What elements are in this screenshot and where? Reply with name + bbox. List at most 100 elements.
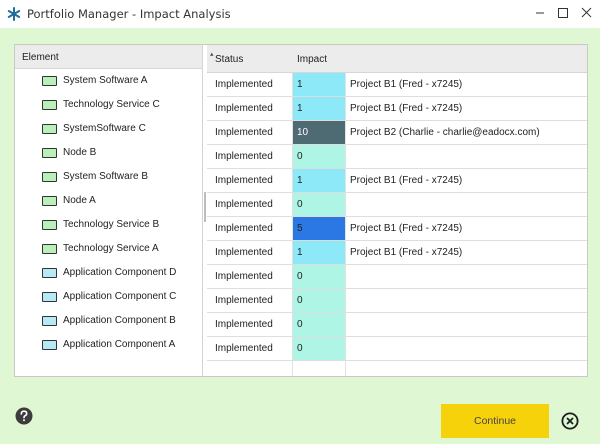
element-row[interactable]: Technology Service A [15,237,202,261]
grid-row[interactable]: Implemented 1 Project B1 (Fred - x7245) [207,97,587,121]
element-label: SystemSoftware C [63,123,146,134]
application-component-icon [42,340,57,350]
project-cell: Project B2 (Charlie - charlie@eadocx.com… [350,127,540,138]
grid-row[interactable]: Implemented 1 Project B1 (Fred - x7245) [207,73,587,97]
impact-cell: 0 [293,337,345,360]
impact-cell: 0 [293,289,345,312]
window-title: Portfolio Manager - Impact Analysis [27,7,231,21]
impact-column-header[interactable]: Impact [297,54,327,65]
element-row[interactable]: Node B [15,141,202,165]
grid-row[interactable]: Implemented 0 [207,193,587,217]
status-cell: Implemented [215,247,273,258]
element-column-header[interactable]: Element [15,45,202,69]
grid-row[interactable]: Implemented 0 [207,337,587,361]
grid-header: ▴ Status Impact [207,45,587,73]
impact-cell: 1 [293,97,345,120]
status-cell: Implemented [215,79,273,90]
element-label: Node B [63,147,97,158]
grid-row[interactable]: Implemented 0 [207,265,587,289]
close-window-button[interactable] [577,4,597,22]
impact-cell: 1 [293,169,345,192]
impact-cell: 0 [293,145,345,168]
element-row[interactable]: SystemSoftware C [15,117,202,141]
element-row[interactable]: Application Component C [15,285,202,309]
element-label: Application Component A [63,339,176,350]
status-cell: Implemented [215,343,273,354]
grid-row[interactable]: Implemented 1 Project B1 (Fred - x7245) [207,241,587,265]
status-cell: Implemented [215,319,273,330]
application-component-icon [42,316,57,326]
element-row[interactable]: Technology Service B [15,213,202,237]
pane-splitter[interactable] [204,192,206,222]
continue-button[interactable]: Continue [441,404,549,438]
technology-node-icon [42,124,57,134]
project-cell: Project B1 (Fred - x7245) [350,223,463,234]
grid-row[interactable]: Implemented 0 [207,145,587,169]
grid-row[interactable]: Implemented 0 [207,289,587,313]
impact-cell: 1 [293,73,345,96]
status-cell: Implemented [215,127,273,138]
grid-row[interactable]: Implemented 0 [207,313,587,337]
maximize-icon [558,8,568,18]
column-divider [345,73,346,376]
element-row[interactable]: Technology Service C [15,93,202,117]
minimize-button[interactable] [530,4,550,22]
cancel-button[interactable] [561,412,579,430]
title-bar: Portfolio Manager - Impact Analysis [0,0,600,28]
element-row[interactable]: Application Component D [15,261,202,285]
maximize-button[interactable] [553,4,573,22]
status-cell: Implemented [215,223,273,234]
impact-cell: 10 [293,121,345,144]
minimize-icon [536,12,544,14]
element-row[interactable]: Application Component A [15,333,202,357]
element-label: Technology Service B [63,219,160,230]
help-icon [15,407,33,425]
column-divider [292,73,293,376]
impact-cell: 0 [293,193,345,216]
technology-node-icon [42,220,57,230]
technology-node-icon [42,100,57,110]
app-snowflake-icon [7,7,21,21]
project-cell: Project B1 (Fred - x7245) [350,247,463,258]
element-label: Technology Service A [63,243,159,254]
technology-node-icon [42,76,57,86]
application-component-icon [42,268,57,278]
element-label: Application Component B [63,315,176,326]
status-column-header[interactable]: Status [215,54,243,65]
element-list: Element System Software A Technology Serv… [15,45,203,376]
element-label: Application Component D [63,267,177,278]
impact-cell: 0 [293,265,345,288]
sort-indicator-icon: ▴ [210,51,214,58]
technology-node-icon [42,244,57,254]
element-row[interactable]: Node A [15,189,202,213]
grid-row[interactable]: Implemented 10 Project B2 (Charlie - charl… [207,121,587,145]
element-label: Technology Service C [63,99,160,110]
element-label: System Software A [63,75,148,86]
element-label: System Software B [63,171,149,182]
grid-row[interactable]: Implemented 1 Project B1 (Fred - x7245) [207,169,587,193]
project-cell: Project B1 (Fred - x7245) [350,79,463,90]
status-cell: Implemented [215,199,273,210]
impact-cell: 5 [293,217,345,240]
element-row[interactable]: System Software A [15,69,202,93]
element-row[interactable]: Application Component B [15,309,202,333]
status-cell: Implemented [215,103,273,114]
impact-grid: ▴ Status Impact Implemented 1 Project B1 (… [207,45,587,376]
status-cell: Implemented [215,175,273,186]
project-cell: Project B1 (Fred - x7245) [350,175,463,186]
status-cell: Implemented [215,151,273,162]
dialog-body: Element System Software A Technology Serv… [0,28,600,444]
status-cell: Implemented [215,295,273,306]
close-circle-icon [561,412,579,430]
grid-row[interactable]: Implemented 5 Project B1 (Fred - x7245) [207,217,587,241]
impact-cell: 0 [293,313,345,336]
technology-node-icon [42,148,57,158]
technology-node-icon [42,172,57,182]
element-label: Node A [63,195,96,206]
status-cell: Implemented [215,271,273,282]
project-cell: Project B1 (Fred - x7245) [350,103,463,114]
help-button[interactable] [15,407,33,425]
application-component-icon [42,292,57,302]
technology-node-icon [42,196,57,206]
element-row[interactable]: System Software B [15,165,202,189]
